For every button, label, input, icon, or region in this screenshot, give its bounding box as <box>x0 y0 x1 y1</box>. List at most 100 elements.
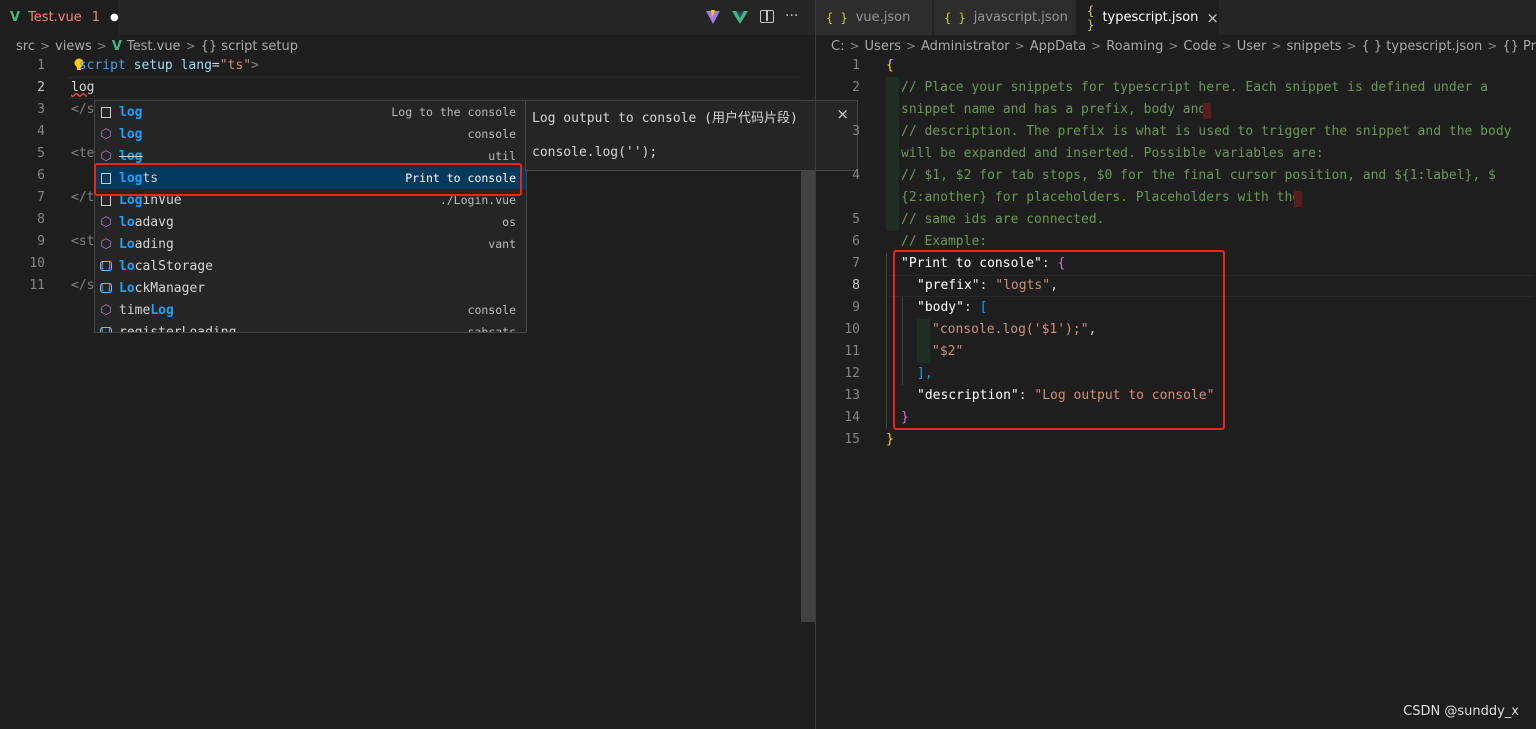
comment-line: // $1, $2 for tab stops, $0 for the fina… <box>901 168 1496 183</box>
suggest-detail: console <box>467 127 516 141</box>
line-number: 4 <box>852 168 860 183</box>
json-file-icon: { } <box>1087 3 1095 32</box>
line-number: 14 <box>844 410 860 425</box>
tab-label: Test.vue <box>28 10 82 25</box>
suggest-item[interactable]: ⬡ loadavg os <box>95 211 526 233</box>
tab-label: typescript.json <box>1102 10 1199 25</box>
code-line-2: log <box>71 80 95 95</box>
module-icon: ⬡ <box>100 148 112 164</box>
vue-file-icon: V <box>111 38 122 54</box>
suggest-label: Loading <box>119 236 174 252</box>
breadcrumb-users[interactable]: Users <box>865 39 901 54</box>
current-line-highlight <box>68 77 800 99</box>
code-line-1: <script setup lang="ts"> <box>78 58 259 73</box>
suggest-details: Log output to console (用户代码片段) × console… <box>525 100 858 171</box>
variable-icon: [ ] <box>99 325 113 332</box>
suggest-item[interactable]: ⬡ log console <box>95 123 526 145</box>
vite-icon[interactable] <box>705 9 721 25</box>
line-number: 1 <box>852 58 860 73</box>
suggest-widget: log Log to the console ⬡ log console ⬡ log util… <box>94 100 527 333</box>
more-actions-icon[interactable]: ··· <box>785 8 798 24</box>
line-number: 6 <box>852 234 860 249</box>
line-number: 15 <box>844 432 860 447</box>
module-icon: ⬡ <box>100 236 112 252</box>
line-number: 5 <box>852 212 860 227</box>
line-number: 11 <box>29 278 45 293</box>
suggest-detail: console <box>467 303 516 317</box>
breadcrumb-drive[interactable]: C: <box>831 39 844 54</box>
line-number: 2 <box>852 80 860 95</box>
suggest-label: log <box>119 104 143 120</box>
breadcrumb-appdata[interactable]: AppData <box>1030 39 1086 54</box>
line-number: 8 <box>37 212 45 227</box>
breadcrumb-symbol[interactable]: {} script setup <box>201 39 298 54</box>
left-tab-bar: V Test.vue 1 ● ··· <box>0 0 815 35</box>
right-editor-group: { } vue.json { } javascript.json { } typ… <box>816 0 1536 729</box>
code-line-9: <st <box>71 234 95 249</box>
line-number: 13 <box>844 388 860 403</box>
doc-title: Log output to console (用户代码片段) <box>532 111 798 126</box>
line-number: 10 <box>29 256 45 271</box>
suggest-item[interactable]: ⬡ timeLog console <box>95 299 526 321</box>
doc-body: console.log(''); <box>532 145 658 160</box>
breadcrumb-roaming[interactable]: Roaming <box>1106 39 1163 54</box>
unsaved-dot-icon[interactable]: ● <box>110 12 119 23</box>
suggest-detail: sabcats <box>467 325 516 333</box>
breadcrumb-user[interactable]: User <box>1237 39 1267 54</box>
watermark: CSDN @sunddy_x <box>1403 704 1519 719</box>
breadcrumb-src[interactable]: src <box>16 39 35 54</box>
indent-guide <box>886 77 899 231</box>
split-editor-icon[interactable] <box>760 10 774 23</box>
suggest-item[interactable]: log Log to the console <box>95 101 526 123</box>
tab-label: javascript.json <box>973 10 1068 25</box>
vue-icon[interactable] <box>732 9 748 25</box>
module-icon: ⬡ <box>100 126 112 142</box>
scrollbar[interactable] <box>801 114 815 622</box>
line-number <box>816 143 860 165</box>
code-line-3: </s <box>71 102 95 117</box>
comment-line: // description. The prefix is what is us… <box>901 124 1512 139</box>
breadcrumb-admin[interactable]: Administrator <box>921 39 1010 54</box>
suggest-detail: Log to the console <box>391 105 516 119</box>
breadcrumb-symbol[interactable]: {} Print to console <box>1502 39 1536 54</box>
editor-right[interactable]: // Place your snippets for typescript he… <box>816 57 1536 729</box>
breadcrumb-file[interactable]: Test.vue <box>127 39 181 54</box>
line-number: 6 <box>37 168 45 183</box>
suggest-label: log <box>119 148 143 164</box>
suggest-item[interactable]: ⬡ Loading vant <box>95 233 526 255</box>
tab-vue-json[interactable]: { } vue.json <box>816 0 933 35</box>
line-number: 7 <box>37 190 45 205</box>
right-tab-bar: { } vue.json { } javascript.json { } typ… <box>816 0 1536 35</box>
module-icon: ⬡ <box>100 302 112 318</box>
snippet-icon <box>99 105 113 119</box>
suggest-item[interactable]: [ ] registerLoading sabcats <box>95 321 526 333</box>
comment-line: will be expanded and inserted. Possible … <box>901 146 1324 161</box>
vue-file-icon: V <box>10 10 21 25</box>
json-brace: { <box>886 58 894 73</box>
line-number: 2 <box>37 80 45 95</box>
comment-line: snippet name and has a prefix, body and <box>901 102 1207 117</box>
line-number: 1 <box>37 58 45 73</box>
breadcrumb: C: > Users > Administrator > AppData > Roami… <box>816 35 1536 57</box>
line-number: 3 <box>37 102 45 117</box>
line-number: 5 <box>37 146 45 161</box>
suggest-item[interactable]: [ ] LockManager <box>95 277 526 299</box>
comment-line: // same ids are connected. <box>901 212 1105 227</box>
tab-javascript-json[interactable]: { } javascript.json <box>934 0 1076 35</box>
code-line-7: </t <box>71 190 95 205</box>
code-line-5: <te <box>71 146 95 161</box>
close-icon[interactable]: × <box>1206 9 1219 27</box>
suggest-detail: util <box>488 149 516 163</box>
tab-test-vue[interactable]: V Test.vue 1 ● <box>0 0 119 35</box>
line-number: 9 <box>852 300 860 315</box>
breadcrumb-code[interactable]: Code <box>1183 39 1216 54</box>
json-file-icon: { } <box>826 10 848 25</box>
suggest-item[interactable]: [ ] localStorage <box>95 255 526 277</box>
variable-icon: [ ] <box>100 283 112 293</box>
breadcrumb-snippets[interactable]: snippets <box>1286 39 1341 54</box>
breadcrumb-file[interactable]: { } typescript.json <box>1362 39 1483 54</box>
breadcrumb-views[interactable]: views <box>55 39 92 54</box>
error-count-badge: 1 <box>91 10 101 25</box>
tab-typescript-json[interactable]: { } typescript.json × <box>1077 0 1219 35</box>
json-brace: } <box>886 432 894 447</box>
